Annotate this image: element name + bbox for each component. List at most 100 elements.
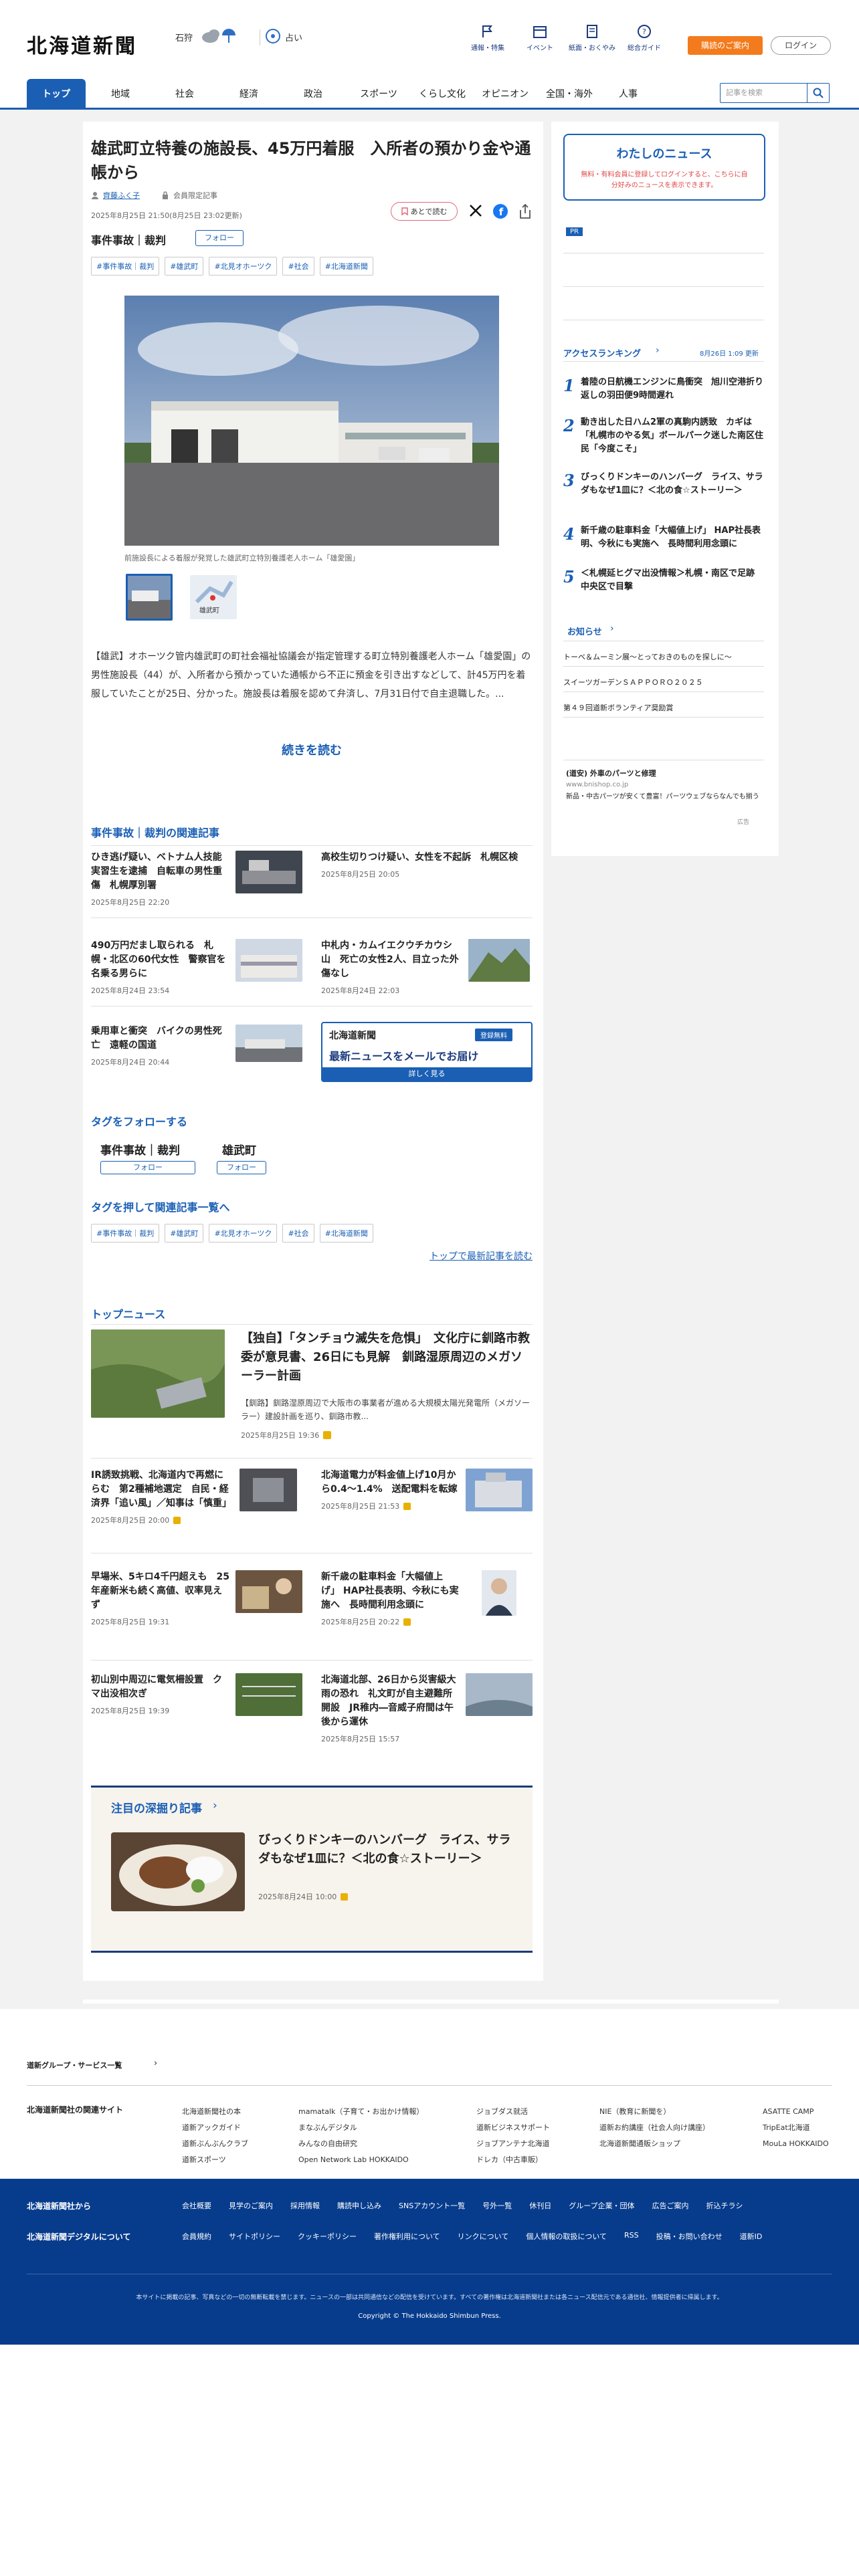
nav-item-society[interactable]: 社会 [158, 79, 211, 110]
nav-item-culture[interactable]: くらし文化 [412, 79, 472, 110]
site-logo[interactable]: 北海道新聞 [27, 29, 137, 59]
facebook-share-icon[interactable]: f [492, 203, 508, 222]
chevron-right-icon[interactable]: › [154, 2058, 157, 2068]
footer-link[interactable]: リンクについて [458, 2231, 509, 2242]
related-thumbnail[interactable] [235, 939, 302, 982]
photo-thumbnail-2[interactable]: 雄武町 [190, 575, 237, 619]
header-icon-feature[interactable]: 通報・特集 [464, 24, 511, 52]
footer-link[interactable]: 見学のご案内 [229, 2200, 273, 2211]
read-more-link[interactable]: 続きを読む [91, 741, 533, 758]
read-later-button[interactable]: あとで読む [391, 202, 458, 221]
ranking-item[interactable]: 動き出した日ハム2軍の真駒内誘致 カギは「札幌市のやる気」ボールパーク迷した南区… [581, 416, 765, 456]
nav-item-personnel[interactable]: 人事 [605, 79, 652, 110]
deep-dive-photo[interactable] [111, 1832, 245, 1911]
fortune-icon[interactable] [265, 28, 281, 47]
footer-link[interactable]: 著作権利用について [374, 2231, 440, 2242]
author-link[interactable]: 齊藤ふく子 [103, 190, 140, 201]
deep-dive-heading[interactable]: 注目の深掘り記事 [111, 1799, 202, 1816]
footer-link[interactable]: 北海道新聞通販ショップ [599, 2136, 710, 2152]
tag-chip[interactable]: #社会 [282, 257, 314, 276]
footer-link[interactable]: 号外一覧 [482, 2200, 512, 2211]
footer-link[interactable]: ジョブダス就活 [476, 2104, 550, 2120]
latest-news-link[interactable]: トップで最新記事を読む [415, 1249, 533, 1263]
top-news-thumbnail[interactable] [482, 1570, 516, 1616]
nav-item-local[interactable]: 地域 [94, 79, 147, 110]
footer-link[interactable]: TripEat北海道 [763, 2120, 829, 2136]
footer-link[interactable]: 折込チラシ [706, 2200, 743, 2211]
top-news-lead-photo[interactable] [91, 1329, 225, 1418]
footer-link[interactable]: Open Network Lab HOKKAIDO [298, 2152, 423, 2168]
footer-link[interactable]: 北海道新聞社の本 [182, 2104, 248, 2120]
footer-link[interactable]: ドレカ（中古車販） [476, 2152, 550, 2168]
notice-heading[interactable]: お知らせ [567, 625, 602, 637]
footer-link[interactable]: 休刊日 [529, 2200, 551, 2211]
related-item[interactable]: 高校生切りつけ疑い、女性を不起訴 札幌区検 2025年8月25日 20:05 [321, 851, 533, 879]
related-item[interactable]: 中札内・カムイエクウチカウシ山 死亡の女性2人、目立った外傷なし 2025年8月2… [321, 939, 460, 996]
footer-link[interactable]: ASATTE CAMP [763, 2104, 829, 2120]
tag-chip[interactable]: #北海道新聞 [319, 1224, 373, 1243]
footer-link[interactable]: サイトポリシー [229, 2231, 280, 2242]
footer-link[interactable]: 道新スポーツ [182, 2152, 248, 2168]
footer-link[interactable]: 広告ご案内 [652, 2200, 689, 2211]
related-thumbnail[interactable] [468, 939, 530, 982]
top-news-item[interactable]: 北海道電力が料金値上げ10月から0.4〜1.4% 送配電料を転嫁 2025年8月2… [321, 1469, 460, 1511]
tag-chip[interactable]: #北見オホーツク [209, 1224, 278, 1243]
related-item[interactable]: 490万円だまし取られる 札幌・北区の60代女性 警察官を名乗る男らに 2025年… [91, 939, 230, 996]
tag-chip[interactable]: #社会 [282, 1224, 314, 1243]
header-icon-guide[interactable]: ? 総合ガイド [621, 24, 668, 52]
top-news-thumbnail[interactable] [235, 1570, 302, 1613]
share-icon[interactable] [518, 203, 533, 222]
chevron-right-icon[interactable]: › [656, 345, 660, 356]
top-news-thumbnail[interactable] [466, 1673, 533, 1716]
footer-link[interactable]: 道新アックガイド [182, 2120, 248, 2136]
fortune-label[interactable]: 占い [285, 31, 302, 43]
nav-item-world[interactable]: 全国・海外 [539, 79, 599, 110]
footer-link[interactable]: MouLa HOKKAIDO [763, 2136, 829, 2152]
notice-item[interactable]: トーベ＆ムーミン展〜とっておきのものを探しに〜 [563, 651, 732, 662]
footer-link[interactable]: 道新お約講座（社会人向け講座） [599, 2120, 710, 2136]
footer-link[interactable]: RSS [624, 2231, 639, 2242]
related-thumbnail[interactable] [235, 1025, 302, 1062]
top-news-item[interactable]: 初山別中周辺に電気柵設置 クマ出没相次ぎ 2025年8月25日 19:39 [91, 1673, 230, 1716]
article-category[interactable]: 事件事故｜裁判 [91, 231, 166, 247]
footer-link[interactable]: 会員規約 [182, 2231, 211, 2242]
top-news-lead-title[interactable]: 【独自】「タンチョウ滅失を危惧」 文化庁に釧路市教委が意見書、26日にも見解 釧… [241, 1329, 533, 1386]
footer-link[interactable]: まなぶんデジタル [298, 2120, 423, 2136]
nav-item-politics[interactable]: 政治 [286, 79, 340, 110]
footer-link[interactable]: 採用情報 [290, 2200, 320, 2211]
chevron-right-icon[interactable]: › [610, 623, 614, 634]
deep-dive-title[interactable]: びっくりドンキーのハンバーグ ライス、サラダもなぜ1皿に？＜北の食☆ストーリー＞ [258, 1831, 512, 1868]
footer-link[interactable]: mamatalk（子育て・お出かけ情報） [298, 2104, 423, 2120]
tag-chip[interactable]: #事件事故｜裁判 [91, 257, 160, 276]
footer-link[interactable]: 購読申し込み [337, 2200, 381, 2211]
subscribe-button[interactable]: 購読のご案内 [688, 36, 763, 55]
chevron-right-icon[interactable]: › [213, 1799, 217, 1812]
top-news-thumbnail[interactable] [240, 1469, 297, 1511]
follow-tag-button[interactable]: フォロー [100, 1161, 195, 1174]
footer-link[interactable]: 道新ぶんぶんクラブ [182, 2136, 248, 2152]
tag-chip[interactable]: #事件事故｜裁判 [91, 1224, 160, 1243]
footer-link[interactable]: SNSアカウント一覧 [399, 2200, 465, 2211]
footer-link[interactable]: ジョブアンテナ北海道 [476, 2136, 550, 2152]
tag-chip[interactable]: #雄武町 [165, 257, 204, 276]
top-news-item[interactable]: IR誘致挑戦、北海道内で再燃にらむ 第2種補地選定 自民・経済界「追い風」／知事… [91, 1469, 231, 1525]
ranking-heading[interactable]: アクセスランキング [563, 346, 641, 359]
sidebar-ad-title[interactable]: (道安) 外車のパーツと修理 [566, 768, 656, 778]
notice-item[interactable]: 第４９回道新ボランティア奨励賞 [563, 702, 673, 713]
ranking-item[interactable]: びっくりドンキーのハンバーグ ライス、サラダもなぜ1皿に？＜北の食☆ストーリー＞ [581, 471, 765, 498]
notice-item[interactable]: スイーツガーデンＳＡＰＰＯＲＯ２０２５ [563, 677, 703, 687]
region-label[interactable]: 石狩 [175, 31, 193, 43]
nav-item-economy[interactable]: 経済 [222, 79, 276, 110]
article-main-photo[interactable] [124, 296, 499, 546]
group-services-link[interactable]: 道新グループ・サービス一覧 [27, 2060, 122, 2070]
related-item[interactable]: 乗用車と衝突 バイクの男性死亡 遠軽の国道 2025年8月24日 20:44 [91, 1025, 230, 1067]
nav-item-top[interactable]: トップ [27, 79, 86, 110]
footer-link[interactable]: 道新ID [740, 2231, 763, 2242]
tag-chip[interactable]: #北海道新聞 [319, 257, 373, 276]
footer-link[interactable]: 会社概要 [182, 2200, 211, 2211]
ranking-item[interactable]: 新千歳の駐車料金「大幅値上げ」 HAP社長表明、今秋にも実施へ 長時間利用念頭に [581, 524, 765, 551]
sidebar-ad-url[interactable]: www.bnishop.co.jp [566, 781, 628, 788]
footer-link[interactable]: NIE（教育に新聞を） [599, 2104, 710, 2120]
header-icon-paper[interactable]: 紙面・おくやみ [569, 24, 615, 52]
top-news-thumbnail[interactable] [466, 1469, 533, 1511]
